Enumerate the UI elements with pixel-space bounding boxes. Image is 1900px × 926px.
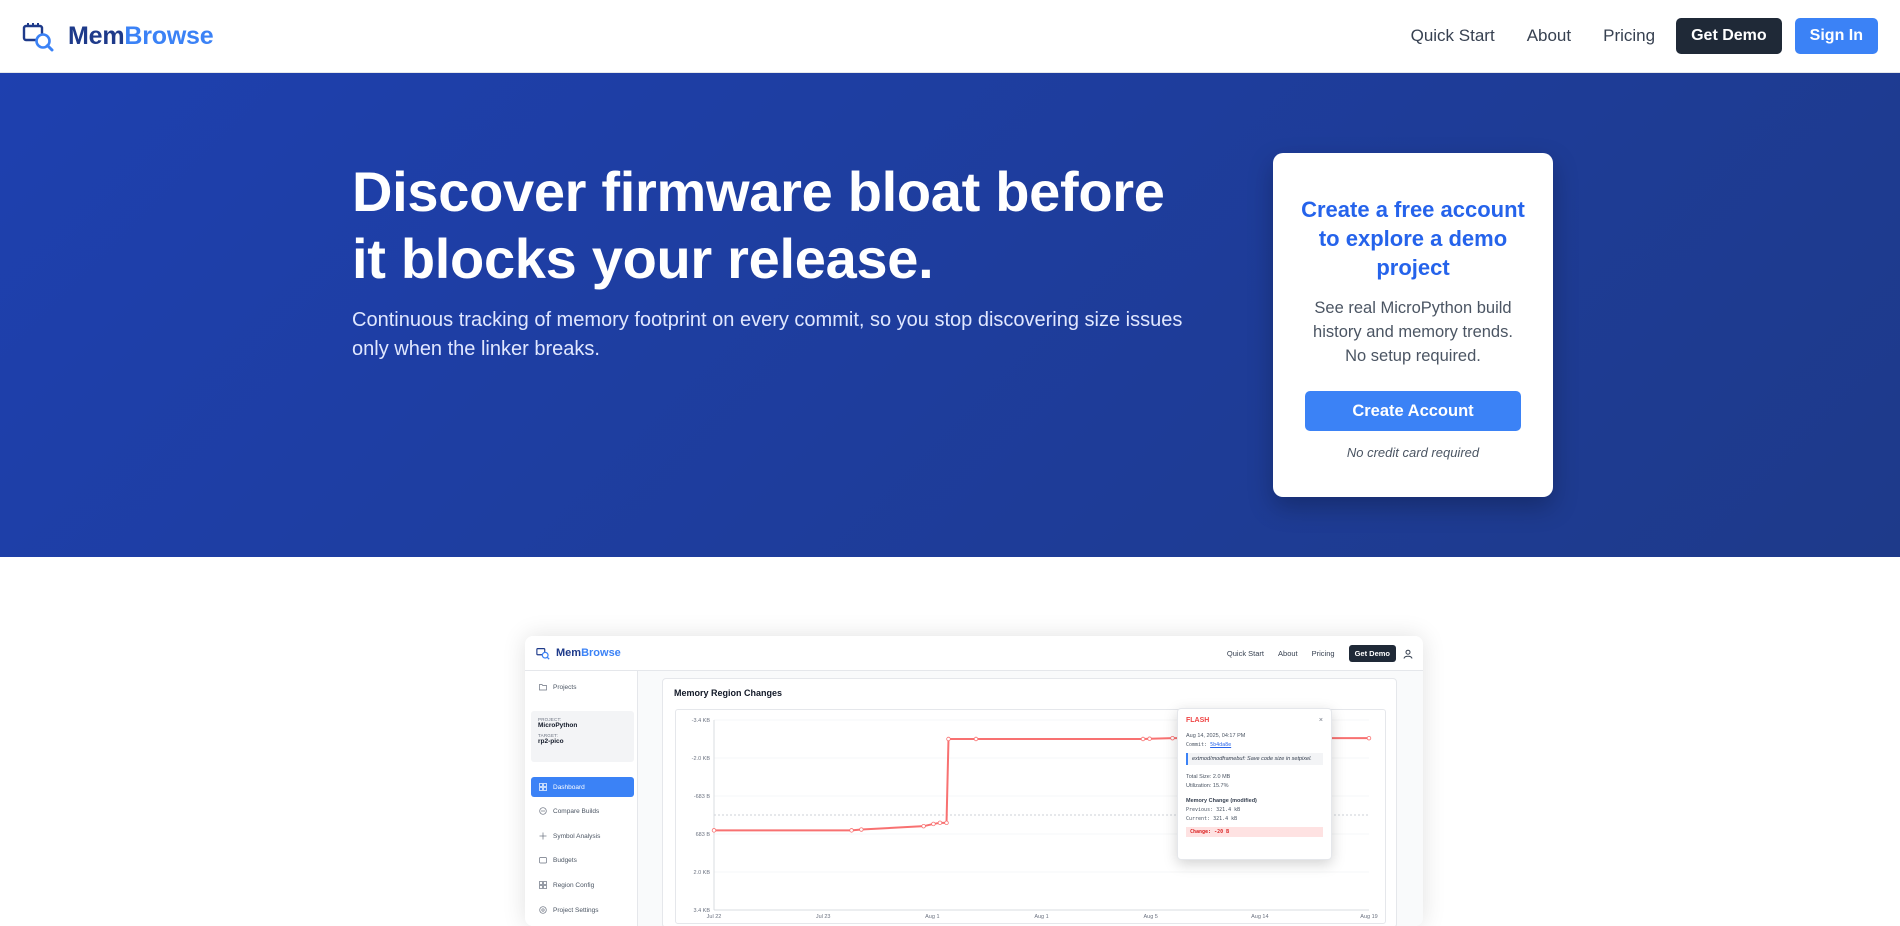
wallet-icon xyxy=(539,857,547,864)
chart-x-tick-label: Aug 1 xyxy=(925,914,939,920)
tooltip-commit-message: extmod/modframebuf: Save code size in se… xyxy=(1186,753,1323,765)
tooltip-commit-hash: 5b4da8e xyxy=(1210,742,1232,748)
chart-data-point xyxy=(1140,736,1146,742)
chart-data-point xyxy=(859,827,864,832)
preview-sidebar-symbol-analysis: Symbol Analysis xyxy=(531,826,634,846)
preview-navbar: MemBrowse Quick Start About Pricing Get … xyxy=(525,636,1423,671)
preview-sidebar-compare-builds-label: Compare Builds xyxy=(553,807,600,815)
user-icon xyxy=(1403,649,1413,659)
chart-data-point xyxy=(937,820,943,826)
preview-sidebar-projects: Projects xyxy=(531,677,634,697)
preview-nav-about: About xyxy=(1278,649,1298,658)
brand[interactable]: MemBrowse xyxy=(22,20,214,52)
chart-y-tick-label: -2.0 KB xyxy=(692,756,711,762)
preview-brand: MemBrowse xyxy=(536,646,621,660)
chart-x-tick-label: Jul 22 xyxy=(707,914,722,920)
preview-sidebar-dashboard: Dashboard xyxy=(531,777,634,797)
grid-icon xyxy=(539,881,547,889)
compare-icon xyxy=(539,807,547,815)
chart-data-point xyxy=(944,820,949,826)
preview-sidebar-region-config-label: Region Config xyxy=(553,881,595,889)
brand-name-part1: Mem xyxy=(68,21,125,50)
preview-panel-title: Memory Region Changes xyxy=(674,688,783,698)
preview-brand-part2: Browse xyxy=(581,647,621,659)
preview-brand-name: MemBrowse xyxy=(556,647,621,659)
preview-sidebar-projects-label: Projects xyxy=(553,683,577,691)
tooltip-commit-label: Commit: xyxy=(1186,742,1211,748)
sign-in-button[interactable]: Sign In xyxy=(1794,18,1878,54)
signup-card-note: No credit card required xyxy=(1346,445,1480,460)
brand-name-part2: Browse xyxy=(124,21,214,50)
tooltip-region: FLASH xyxy=(1186,717,1210,724)
chart-data-point xyxy=(921,823,926,829)
preview-nav-pricing: Pricing xyxy=(1311,649,1335,658)
tooltip-utilization: Utilization: 15.7% xyxy=(1186,783,1229,789)
preview-project-box: PROJECT: MicroPython TARGET: rp2-pico xyxy=(531,711,634,762)
chart-y-tick-label: 683 B xyxy=(696,832,711,838)
preview-sidebar-dashboard-label: Dashboard xyxy=(553,783,585,791)
hero-subtitle: Continuous tracking of memory footprint … xyxy=(352,309,1183,360)
chart-data-point xyxy=(1366,735,1372,741)
chart-x-tick-label: Aug 5 xyxy=(1143,914,1157,920)
preview-target-value: rp2-pico xyxy=(538,738,564,745)
chart-data-point xyxy=(849,828,854,833)
chart-y-tick-label: -3.4 KB xyxy=(692,718,711,724)
chart-x-tick-label: Aug 19 xyxy=(1360,914,1377,920)
tooltip-current: Current: 321.4 kB xyxy=(1186,816,1238,822)
plus-icon xyxy=(539,832,547,840)
preview-sidebar-compare-builds: Compare Builds xyxy=(531,801,634,821)
gear-icon xyxy=(539,906,547,914)
preview-sidebar-symbol-analysis-label: Symbol Analysis xyxy=(553,832,601,840)
preview-memory-magnifier-icon xyxy=(536,648,550,660)
folder-icon xyxy=(539,684,547,691)
tooltip-change: Change: -20 B xyxy=(1186,827,1323,837)
signup-card: Create a free account to explore a demo … xyxy=(1273,153,1553,497)
nav-links: Quick Start About Pricing Get Demo Sign … xyxy=(1411,18,1878,54)
chart-x-tick-label: Jul 23 xyxy=(816,914,831,920)
app-preview-screenshot: MemBrowse Quick Start About Pricing Get … xyxy=(525,636,1423,926)
chart-data-point xyxy=(931,821,936,827)
chart-x-tick-label: Aug 14 xyxy=(1251,914,1268,920)
preview-project-value: MicroPython xyxy=(538,722,578,729)
chart-data-point xyxy=(1147,736,1152,741)
chart-data-point xyxy=(946,736,951,742)
nav-quick-start[interactable]: Quick Start xyxy=(1411,26,1495,46)
preview-sidebar-region-config: Region Config xyxy=(531,875,634,895)
hero-title: Discover firmware bloat before it blocks… xyxy=(352,160,1165,290)
preview-brand-part1: Mem xyxy=(556,647,582,659)
chart-x-tick-label: Aug 1 xyxy=(1034,914,1048,920)
preview-sidebar-budgets-label: Budgets xyxy=(553,856,577,864)
chart-data-point xyxy=(973,736,979,742)
get-demo-button[interactable]: Get Demo xyxy=(1676,18,1782,54)
brand-name: MemBrowse xyxy=(68,21,214,51)
memory-magnifier-icon xyxy=(22,23,54,52)
nav-about[interactable]: About xyxy=(1527,26,1571,46)
preview-sidebar-project-settings: Project Settings xyxy=(531,900,634,920)
tooltip-commit: Commit: 5b4da8e xyxy=(1186,742,1323,748)
chart-y-tick-label: 2.0 KB xyxy=(693,870,710,876)
preview-sidebar: Projects PROJECT: MicroPython TARGET: rp… xyxy=(525,671,638,926)
chart-data-point xyxy=(1170,735,1175,741)
nav-pricing[interactable]: Pricing xyxy=(1603,26,1655,46)
tooltip-previous: Previous: 321.4 kB xyxy=(1186,807,1241,813)
chart-y-tick-label: -683 B xyxy=(694,794,711,800)
chart-tooltip: FLASH × Aug 14, 2025, 04:17 PM Commit: 5… xyxy=(1177,708,1332,860)
create-account-button[interactable]: Create Account xyxy=(1305,391,1521,431)
close-icon: × xyxy=(1318,717,1323,724)
signup-card-description: See real MicroPython build history and m… xyxy=(1313,299,1513,365)
top-navbar: MemBrowse Quick Start About Pricing Get … xyxy=(0,0,1900,73)
tooltip-total-size: Total Size: 2.0 MB xyxy=(1186,774,1231,780)
preview-sidebar-project-settings-label: Project Settings xyxy=(553,906,599,914)
dashboard-icon xyxy=(539,783,547,791)
chart-data-point xyxy=(711,828,717,833)
tooltip-datetime: Aug 14, 2025, 04:17 PM xyxy=(1186,733,1246,739)
preview-sidebar-budgets: Budgets xyxy=(531,850,634,870)
hero-section: Discover firmware bloat before it blocks… xyxy=(0,73,1900,557)
preview-nav-quick-start: Quick Start xyxy=(1226,649,1265,658)
signup-card-title: Create a free account to explore a demo … xyxy=(1301,197,1525,280)
preview-nav: Quick Start About Pricing Get Demo xyxy=(1227,645,1413,662)
preview-get-demo-button: Get Demo xyxy=(1348,645,1396,662)
tooltip-change-title: Memory Change (modified) xyxy=(1186,798,1257,804)
